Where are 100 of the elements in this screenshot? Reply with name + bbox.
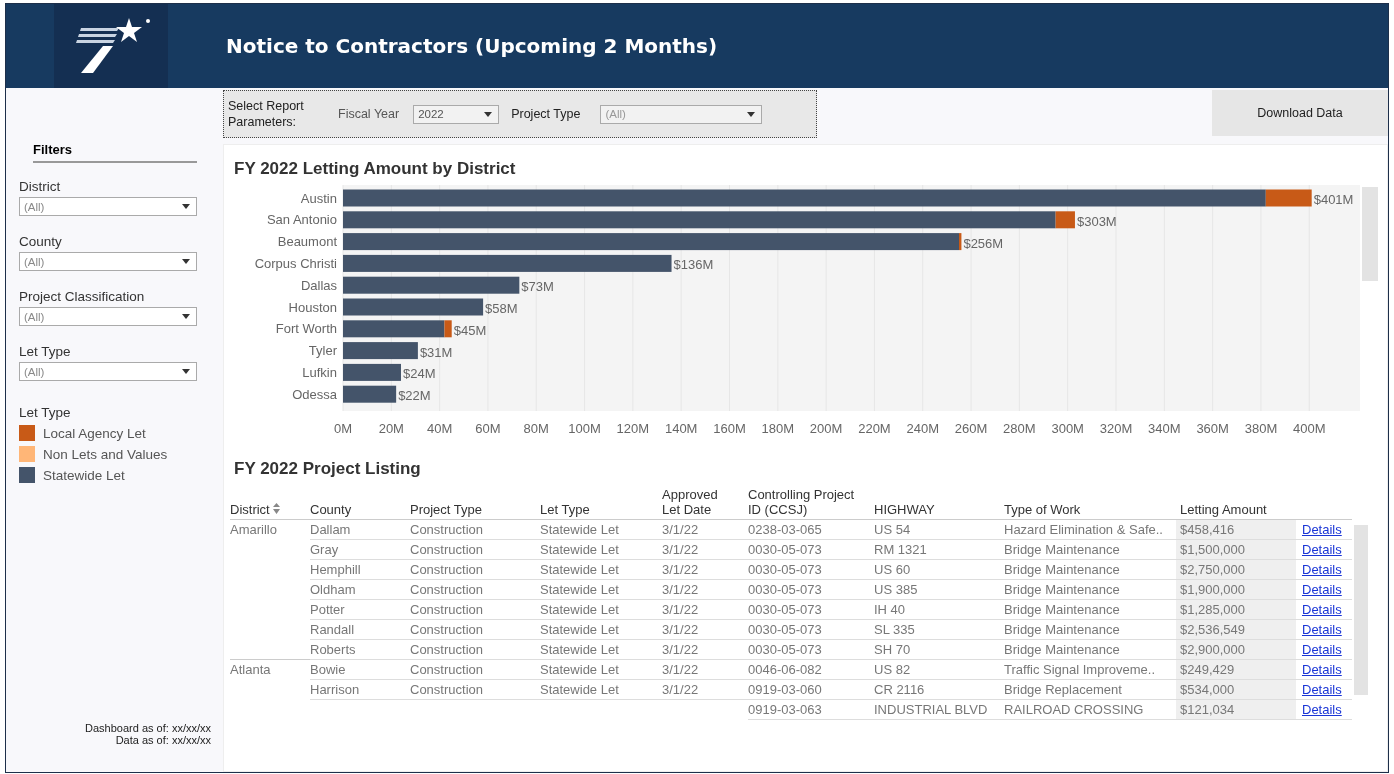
scrollbar[interactable] <box>1362 187 1378 281</box>
table-cell: Bridge Maintenance <box>1004 602 1120 617</box>
axis-tick-label: 320M <box>1099 421 1133 436</box>
amount-cell: $1,285,000 <box>1176 599 1296 620</box>
details-link[interactable]: Details <box>1302 642 1342 657</box>
value-label: $31M <box>419 344 453 360</box>
details-link[interactable]: Details <box>1302 542 1342 557</box>
table-cell: US 385 <box>874 582 918 597</box>
axis-tick-label: 360M <box>1196 421 1229 436</box>
axis-tick-label: 120M <box>616 421 650 436</box>
amount-cell: $2,750,000 <box>1176 559 1296 580</box>
axis-tick-label: 20M <box>378 421 404 436</box>
table-cell: INDUSTRIAL BLVD <box>874 702 988 717</box>
table-cell: Statewide Let <box>540 562 619 577</box>
parameter-dropdown[interactable]: 2022 <box>413 104 500 124</box>
category-label: Lufkin <box>302 364 337 380</box>
table-cell: Construction <box>410 602 483 617</box>
amount-cell: $2,536,549 <box>1176 619 1296 640</box>
table-cell: Statewide Let <box>540 582 619 597</box>
date-note: Dashboard as of: xx/xx/xx <box>84 722 211 734</box>
table-cell: Hemphill <box>310 562 361 577</box>
category-label: Beaumont <box>277 234 337 250</box>
table-cell: Construction <box>410 642 483 657</box>
axis-tick-label: 160M <box>713 421 746 436</box>
table-cell: Statewide Let <box>540 622 619 637</box>
caret-icon <box>747 111 756 117</box>
amount-cell: $1,500,000 <box>1176 539 1296 560</box>
column-header: Type of Work <box>1004 502 1081 517</box>
axis-tick-label: 200M <box>809 421 843 436</box>
table-cell: US 82 <box>874 662 911 677</box>
table-cell: Statewide Let <box>540 662 619 677</box>
column-header: Project Type <box>410 502 483 517</box>
table-cell: 3/1/22 <box>662 582 699 597</box>
caret-icon <box>182 314 190 319</box>
filter-label: District <box>19 179 62 194</box>
filter-label: County <box>19 234 63 249</box>
value-label: $303M <box>1076 213 1117 229</box>
details-link[interactable]: Details <box>1302 622 1342 637</box>
axis-tick-label: 380M <box>1244 421 1278 436</box>
details-link[interactable]: Details <box>1302 702 1342 717</box>
column-header: HIGHWAY <box>874 502 935 517</box>
table-cell: Statewide Let <box>540 642 619 657</box>
category-label: Corpus Christi <box>254 255 337 271</box>
details-link[interactable]: Details <box>1302 582 1342 597</box>
table-cell: 0030-05-073 <box>748 562 822 577</box>
value-label: $136M <box>673 257 714 273</box>
table-cell: 0030-05-073 <box>748 622 822 637</box>
details-link[interactable]: Details <box>1302 662 1342 677</box>
filter-dropdown[interactable]: (All) <box>19 362 197 381</box>
table-cell: Construction <box>410 542 483 557</box>
table-cell: RAILROAD CROSSING <box>1004 702 1144 717</box>
filter-dropdown[interactable]: (All) <box>19 197 197 216</box>
category-label: Austin <box>300 190 337 206</box>
axis-tick-label: 0M <box>333 421 353 436</box>
column-header: Controlling Project ID (CCSJ) <box>748 487 855 517</box>
table-cell: CR 2116 <box>874 682 925 697</box>
caret-icon <box>182 204 190 209</box>
table-cell: Roberts <box>310 642 356 657</box>
axis-tick-label: 260M <box>954 421 988 436</box>
details-link[interactable]: Details <box>1302 602 1342 617</box>
table-cell: Bowie <box>310 662 346 677</box>
table-cell: Hazard Elimination & Safe.. <box>1004 522 1163 537</box>
legend-title: Let Type <box>19 405 72 420</box>
table-cell: SH 70 <box>874 642 911 657</box>
table-cell: 0919-03-060 <box>748 682 822 697</box>
table-cell: Amarillo <box>230 522 277 537</box>
category-label: Fort Worth <box>275 321 337 337</box>
table-cell: Bridge Maintenance <box>1004 582 1120 597</box>
category-label: Houston <box>288 299 337 315</box>
details-link[interactable]: Details <box>1302 522 1342 537</box>
column-header: Approved Let Date <box>662 487 718 517</box>
filter-dropdown[interactable]: (All) <box>19 252 197 271</box>
table-cell: 3/1/22 <box>662 562 699 577</box>
scrollbar[interactable] <box>1354 525 1368 695</box>
table-cell: Statewide Let <box>540 682 619 697</box>
axis-tick-label: 80M <box>523 421 549 436</box>
download-button[interactable]: Download Data <box>1212 90 1388 136</box>
sort-icon[interactable] <box>272 503 280 514</box>
axis-tick-label: 400M <box>1293 421 1326 436</box>
axis-tick-label: 140M <box>664 421 698 436</box>
parameter-label: Project Type <box>511 107 581 121</box>
table-cell: Construction <box>410 682 483 697</box>
table-cell: 3/1/22 <box>662 662 699 677</box>
table-cell: Construction <box>410 562 483 577</box>
amount-cell: $1,900,000 <box>1176 579 1296 600</box>
table-cell: Harrison <box>310 682 360 697</box>
table-cell: 0030-05-073 <box>748 642 822 657</box>
details-link[interactable]: Details <box>1302 682 1342 697</box>
axis-tick-label: 60M <box>475 421 501 436</box>
details-link[interactable]: Details <box>1302 562 1342 577</box>
table-cell: Traffic Signal Improveme.. <box>1004 662 1155 677</box>
listing-title: FY 2022 Project Listing <box>234 459 422 479</box>
legend-label: Non Lets and Values <box>43 446 168 462</box>
table-cell: Atlanta <box>230 662 271 677</box>
filter-dropdown[interactable]: (All) <box>19 307 197 326</box>
axis-tick-label: 180M <box>761 421 795 436</box>
axis-tick-label: 40M <box>427 421 453 436</box>
table-cell: Gray <box>310 542 339 557</box>
column-header: Let Type <box>540 502 590 517</box>
axis-tick-label: 240M <box>906 421 940 436</box>
